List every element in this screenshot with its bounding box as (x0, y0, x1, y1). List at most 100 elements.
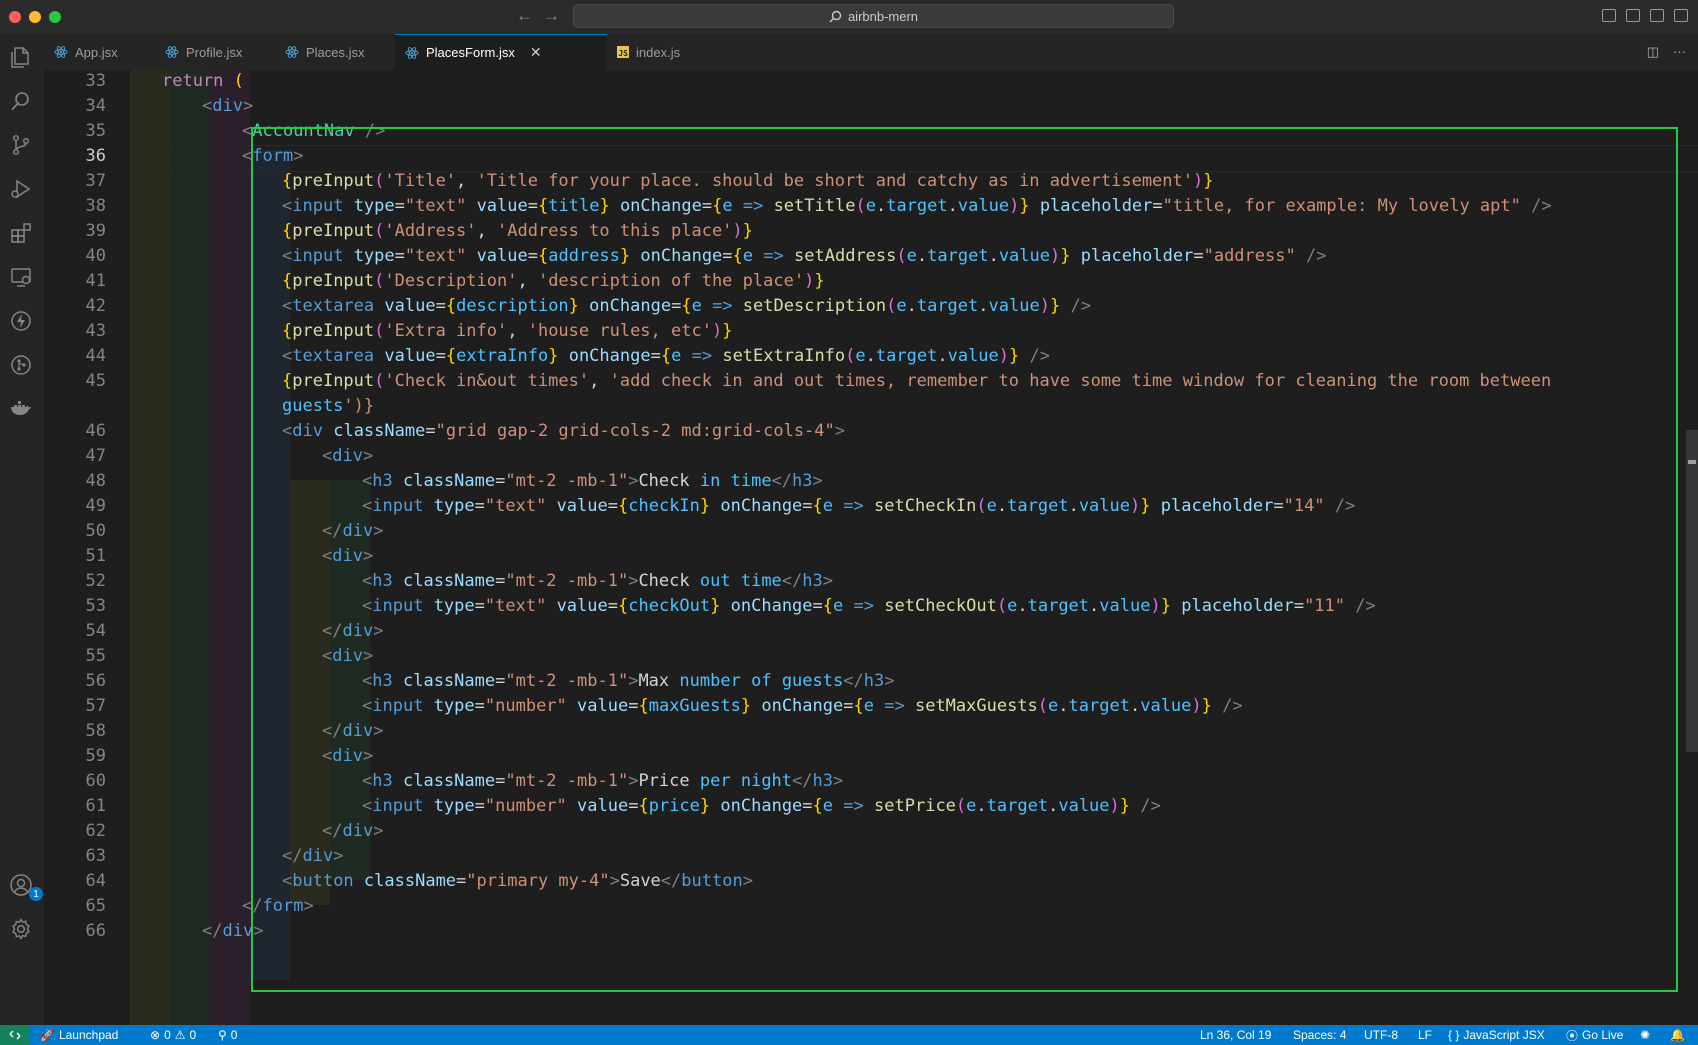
toggle-primary-sidebar-icon[interactable] (1602, 9, 1616, 22)
react-icon (285, 46, 299, 58)
code-line[interactable]: 37 {preInput('Title', 'Title for your pla… (44, 168, 1698, 195)
code-line[interactable]: 44 <textarea value={extraInfo} onChange={… (44, 343, 1698, 370)
code-text: <button className="primary my-4">Save</b… (282, 871, 753, 891)
split-editor-icon[interactable]: ◫ (1647, 44, 1659, 60)
tab-placesform-jsx[interactable]: PlacesForm.jsx ✕ (395, 34, 607, 70)
language-mode[interactable]: { } JavaScript JSX (1448, 1025, 1545, 1045)
code-line[interactable]: 38 <input type="text" value={title} onCha… (44, 193, 1698, 220)
minimize-window-button[interactable] (29, 11, 41, 23)
tab-profile-jsx[interactable]: Profile.jsx (155, 34, 275, 70)
tab-index-js[interactable]: JS index.js (607, 34, 719, 70)
tab-label: index.js (636, 44, 681, 60)
close-window-button[interactable] (9, 11, 21, 23)
indentation-setting[interactable]: Spaces: 4 (1293, 1025, 1346, 1045)
code-line[interactable]: 39 {preInput('Address', 'Address to this … (44, 218, 1698, 245)
code-line[interactable]: 63 </div> (44, 843, 1698, 870)
accounts-icon[interactable]: 1 (8, 872, 43, 901)
code-line[interactable]: 52 <h3 className="mt-2 -mb-1">Check out t… (44, 568, 1698, 595)
go-live-button[interactable]: ⦿ Go Live (1566, 1025, 1623, 1045)
line-number: 48 (85, 471, 106, 491)
maximize-window-button[interactable] (49, 11, 61, 23)
code-line[interactable]: 56 <h3 className="mt-2 -mb-1">Max number … (44, 668, 1698, 695)
forward-arrow-icon[interactable]: → (543, 6, 560, 26)
code-line[interactable]: 60 <h3 className="mt-2 -mb-1">Price per n… (44, 768, 1698, 795)
code-line[interactable]: 35 <AccountNav /> (44, 118, 1698, 145)
close-tab-icon[interactable]: ✕ (530, 44, 542, 61)
code-text: <div> (322, 546, 374, 566)
code-line[interactable]: 51 <div> (44, 543, 1698, 570)
line-number: 38 (85, 196, 106, 216)
code-line[interactable]: 43 {preInput('Extra info', 'house rules, … (44, 318, 1698, 345)
code-line[interactable]: guests')} (44, 393, 1698, 420)
explorer-icon[interactable] (8, 44, 34, 70)
code-line[interactable]: 65 </form> (44, 893, 1698, 920)
remote-explorer-icon[interactable] (8, 264, 34, 290)
code-line[interactable]: 57 <input type="number" value={maxGuests}… (44, 693, 1698, 720)
problems-indicator[interactable]: ⊗ 0 ⚠ 0 (150, 1025, 196, 1045)
toggle-panel-icon[interactable] (1626, 9, 1640, 22)
line-number: 59 (85, 746, 106, 766)
code-line[interactable]: 58 </div> (44, 718, 1698, 745)
git-history-icon[interactable] (8, 352, 34, 378)
code-line[interactable]: 55 <div> (44, 643, 1698, 670)
code-line[interactable]: 42 <textarea value={description} onChange… (44, 293, 1698, 320)
code-line[interactable]: 48 <h3 className="mt-2 -mb-1">Check in ti… (44, 468, 1698, 495)
copilot-icon[interactable]: ✺ (1640, 1025, 1650, 1045)
code-line[interactable]: 49 <input type="text" value={checkIn} onC… (44, 493, 1698, 520)
code-line[interactable]: 66 </div> (44, 918, 1698, 945)
activity-bar: 1 (0, 34, 44, 1025)
line-number: 50 (85, 521, 106, 541)
tab-app-jsx[interactable]: App.jsx (44, 34, 155, 70)
notifications-bell-icon[interactable]: 🔔 (1670, 1025, 1685, 1045)
docker-icon[interactable] (8, 396, 34, 422)
line-number: 39 (85, 221, 106, 241)
line-number: 66 (85, 921, 106, 941)
more-actions-icon[interactable]: ··· (1673, 44, 1686, 60)
code-line[interactable]: 59 <div> (44, 743, 1698, 770)
code-line[interactable]: 41 {preInput('Description', 'description … (44, 268, 1698, 295)
cursor-position[interactable]: Ln 36, Col 19 (1200, 1025, 1271, 1045)
line-number: 40 (85, 246, 106, 266)
source-control-icon[interactable] (8, 132, 34, 158)
back-arrow-icon[interactable]: ← (516, 6, 533, 26)
js-icon: JS (617, 46, 629, 58)
code-line[interactable]: 50 </div> (44, 518, 1698, 545)
code-line[interactable]: 40 <input type="text" value={address} onC… (44, 243, 1698, 270)
line-number: 47 (85, 446, 106, 466)
eol-setting[interactable]: LF (1418, 1025, 1432, 1045)
launchpad-button[interactable]: 🚀 Launchpad (40, 1025, 118, 1045)
search-icon[interactable] (8, 88, 34, 114)
remote-indicator-icon[interactable] (0, 1025, 30, 1045)
code-line[interactable]: 53 <input type="text" value={checkOut} on… (44, 593, 1698, 620)
code-text: </form> (242, 896, 314, 916)
code-line[interactable]: 33 return ( (44, 70, 1698, 95)
code-line[interactable]: 47 <div> (44, 443, 1698, 470)
toggle-secondary-sidebar-icon[interactable] (1650, 9, 1664, 22)
thunder-client-icon[interactable] (8, 308, 34, 334)
code-text: </div> (282, 846, 344, 866)
vertical-scrollbar[interactable] (1686, 430, 1698, 752)
code-line[interactable]: 64 <button className="primary my-4">Save<… (44, 868, 1698, 895)
code-line[interactable]: 46 <div className="grid gap-2 grid-cols-2… (44, 418, 1698, 445)
code-line[interactable]: 61 <input type="number" value={price} onC… (44, 793, 1698, 820)
line-number: 53 (85, 596, 106, 616)
line-number: 54 (85, 621, 106, 641)
ports-indicator[interactable]: ⚲ 0 (218, 1025, 237, 1045)
code-line[interactable]: 34 <div> (44, 93, 1698, 120)
code-text: <div> (322, 646, 374, 666)
command-center-search[interactable]: airbnb-mern (573, 4, 1174, 28)
code-line[interactable]: 54 </div> (44, 618, 1698, 645)
customize-layout-icon[interactable] (1674, 9, 1688, 22)
code-text: <h3 className="mt-2 -mb-1">Check in time… (362, 471, 823, 491)
encoding-setting[interactable]: UTF-8 (1364, 1025, 1398, 1045)
run-debug-icon[interactable] (8, 176, 34, 202)
code-line[interactable]: 36 <form> (44, 143, 1698, 170)
antenna-icon: ⚲ (218, 1028, 227, 1042)
settings-gear-icon[interactable] (8, 916, 34, 942)
code-line[interactable]: 62 </div> (44, 818, 1698, 845)
tab-places-jsx[interactable]: Places.jsx (275, 34, 395, 70)
extensions-icon[interactable] (8, 220, 34, 246)
code-text: </div> (322, 621, 384, 641)
code-editor[interactable]: 33 return (34 <div> 35 <AccountNav /> 36 <form… (44, 70, 1698, 1025)
code-line[interactable]: 45 {preInput('Check in&out times', 'add c… (44, 368, 1698, 395)
